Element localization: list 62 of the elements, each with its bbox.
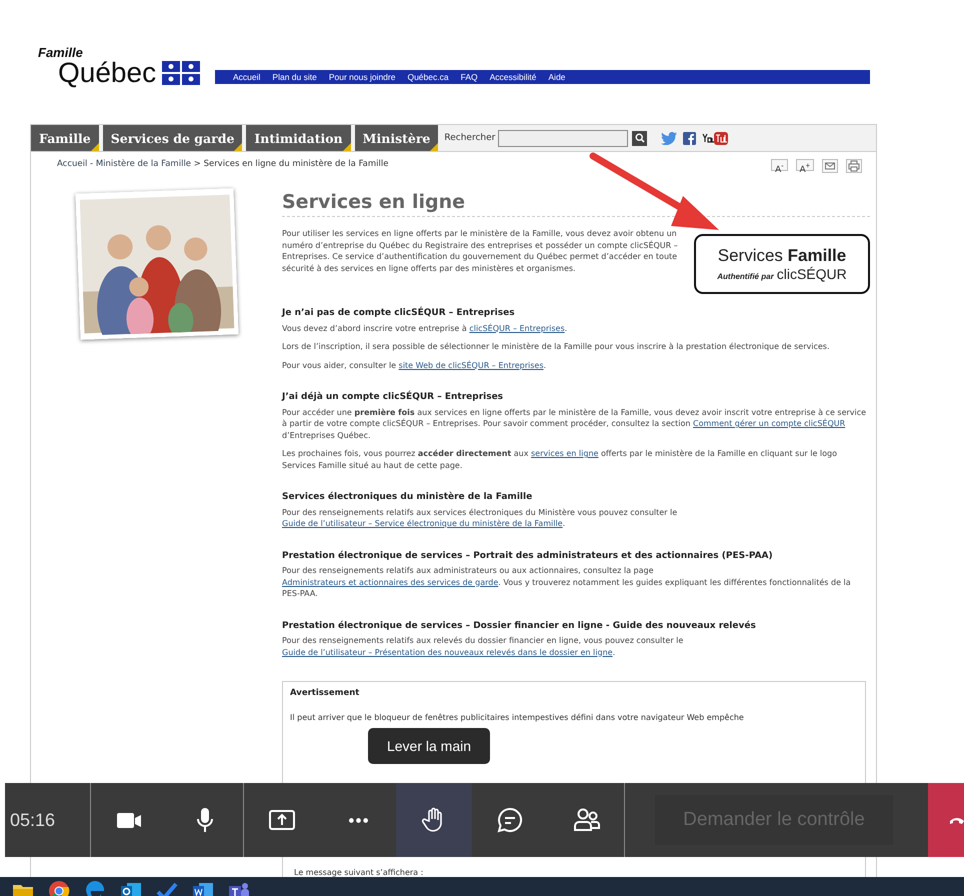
text-size-button[interactable]: A$^{-}$	[771, 159, 788, 171]
paragraph: Pour des renseignements relatifs aux administrateurs ou aux actionnaires, consultez la page Administrateurs et actionnaires des services de garde. Vous y trouverez notamment les guides expliquant les différentes fonctionnalités de la PES-PAA.	[282, 565, 852, 600]
section-heading: Prestation électronique de services – Portrait des administrateurs et des actionnaires (PES-PAA)	[282, 550, 774, 562]
link[interactable]: clicSÉQUR – Entreprises	[469, 324, 565, 332]
paragraph: Lors de l’inscription, il sera possible de sélectionner le ministère de la Famille pour vous inscrire à la prestation électronique de services.	[282, 341, 830, 352]
breadcrumb-link[interactable]: Ministère de la Famille	[96, 159, 192, 169]
nav-tab[interactable]: Famille	[31, 125, 99, 151]
bullet-item: Le message suivant s’affichera :	[294, 866, 424, 878]
section-heading: Services électroniques du ministère de la Famille	[282, 492, 534, 504]
section-heading: J’ai déjà un compte clicSÉQUR – Entreprises	[282, 392, 504, 404]
section-heading: Je n’ai pas de compte clicSÉQUR – Entreprises	[282, 308, 516, 320]
paragraph: Pour accéder une première fois aux services en ligne offerts par le ministère de la Famille, vous devez avoir inscrit votre entreprise à ce service à partir de votre compte clicSÉQUR – Entreprises. Pour savoir comment procéder, consultez la section Comment gérer un compte clicSÉQUR d’Entreprises Québec.	[282, 406, 868, 441]
more-icon	[348, 818, 368, 822]
services-logo[interactable]: Services Famille Authentifié par clicSÉQUR	[694, 234, 870, 294]
text-size-button[interactable]: A$^{+}$	[796, 159, 814, 171]
call-timer: 05:16	[9, 808, 56, 832]
warning-title: Avertissement	[290, 688, 360, 700]
search-field[interactable]	[498, 130, 628, 146]
checkmark-icon[interactable]	[156, 880, 178, 896]
tooltip: Lever la main	[368, 728, 490, 764]
brand-label: Famille	[38, 45, 84, 60]
top-link[interactable]: Plan du site	[272, 72, 317, 82]
top-link[interactable]: Aide	[548, 72, 566, 82]
mail-app-icon[interactable]	[120, 880, 142, 896]
link[interactable]: Guide de l’utilisateur – Présentation des nouveaux relevés dans le dossier en ligne	[282, 648, 613, 656]
f-logo-icon[interactable]	[683, 132, 696, 144]
top-link[interactable]: Accueil	[233, 72, 260, 82]
top-link[interactable]: Pour nous joindre	[328, 72, 396, 82]
document-app-icon[interactable]	[192, 880, 214, 896]
intro-paragraph: Pour utiliser les services en ligne offerts par le ministère de la Famille, vous devez avoir obtenu un numéro d’entreprise du Québec du Registraire des entreprises et posséder un compte clicSÉQUR – Entreprises. Ce service d’authentification du gouvernement du Québec permet d’accéder en toute sécurité à des services en ligne offerts par des ministères et organismes.	[282, 228, 679, 275]
email-icon[interactable]	[822, 159, 838, 173]
link[interactable]: site Web de clicSÉQUR – Entreprises	[398, 360, 544, 370]
link[interactable]: Guide de l’utilisateur – Service électronique du ministère de la Famille	[282, 519, 563, 528]
link[interactable]: services en ligne	[531, 449, 598, 458]
paragraph: Pour des renseignements relatifs aux relevés du dossier financier en ligne, vous pouvez consulter le Guide de l’utilisateur – Présentation des nouveaux relevés dans le dossier en ligne.	[282, 635, 684, 658]
flag-icon	[162, 61, 200, 85]
paragraph: Les prochaines fois, vous pourrez accéder directement aux services en ligne offerts par le ministère de la Famille en cliquant sur le logo Services Famille situé au haut de cette page.	[282, 448, 838, 471]
paragraph: Vous devez d’abord inscrire votre entreprise à clicSÉQUR – Entreprises.	[282, 322, 568, 334]
nav-tab[interactable]: Services de garde	[102, 125, 242, 151]
link[interactable]: Administrateurs et actionnaires des services de garde	[282, 578, 498, 586]
top-link[interactable]: Accessibilité	[490, 72, 536, 82]
breadcrumb-link[interactable]: Accueil	[57, 159, 88, 169]
video-logo-icon[interactable]	[702, 132, 728, 144]
top-link[interactable]: Québec.ca	[407, 72, 449, 82]
paragraph: Pour des renseignements relatifs aux services électroniques du Ministère vous pouvez consulter le Guide de l’utilisateur – Service électronique du ministère de la Famille.	[282, 506, 678, 530]
search-button[interactable]	[632, 130, 648, 146]
section-heading: Prestation électronique de services – Dossier financier en ligne - Guide des nouveaux relevés	[282, 620, 757, 632]
top-link[interactable]: FAQ	[460, 72, 478, 82]
search-icon	[634, 133, 645, 143]
brand-name: Québec	[58, 60, 156, 86]
print-icon[interactable]	[846, 159, 862, 173]
chat-icon	[495, 805, 525, 835]
bird-icon[interactable]	[661, 132, 678, 144]
raise-hand-button[interactable]	[396, 783, 472, 857]
nav-tab[interactable]: Intimidation	[246, 125, 351, 151]
chat-app-icon[interactable]	[228, 880, 250, 896]
warning-text: Il peut arriver que le bloqueur de fenêtres publicitaires intempestives défini dans votre navigateur Web empêche	[290, 712, 744, 723]
search-label: Rechercher	[444, 133, 496, 143]
breadcrumb: Accueil - Ministère de la Famille > Services en ligne du ministère de la Famille	[57, 159, 388, 171]
link[interactable]: Comment gérer un compte clicSÉQUR	[693, 419, 846, 428]
nav-tab[interactable]: Ministère	[354, 125, 438, 151]
paragraph: Pour vous aider, consulter le site Web de clicSÉQUR – Entreprises.	[282, 360, 548, 371]
